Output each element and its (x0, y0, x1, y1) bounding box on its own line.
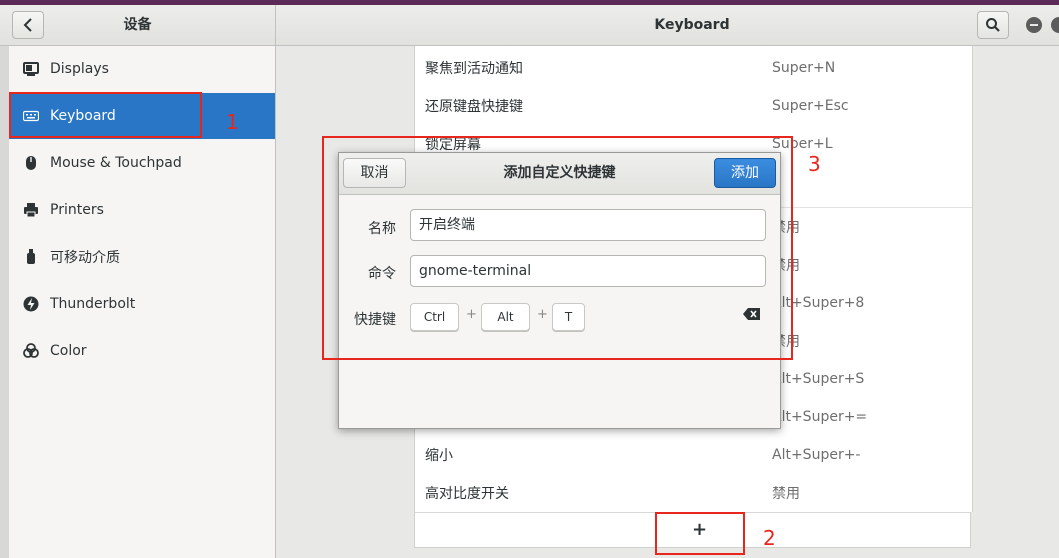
shortcut-row[interactable]: 聚焦到活动通知 Super+N (415, 49, 972, 87)
annotation-box-3 (322, 136, 793, 360)
annotation-box-1 (9, 92, 202, 138)
mouse-icon (22, 154, 40, 172)
color-icon (22, 342, 40, 360)
sidebar-item-removable-media[interactable]: 可移动介质 (9, 234, 275, 280)
header-bar: 设备 Keyboard (0, 5, 1059, 46)
page-title: Keyboard (654, 17, 730, 33)
annotation-number-3: 3 (808, 152, 821, 176)
back-button[interactable] (12, 11, 44, 39)
usb-icon (22, 248, 40, 266)
shortcut-key: Super+Esc (772, 98, 849, 114)
shortcut-name: 还原键盘快捷键 (425, 99, 523, 115)
sidebar-item-mouse-touchpad[interactable]: Mouse & Touchpad (9, 140, 275, 186)
shortcut-key: 禁用 (772, 486, 800, 502)
annotation-box-2 (655, 512, 745, 555)
shortcut-key: Alt+Super+S (772, 371, 865, 387)
shortcut-row[interactable]: 还原键盘快捷键 Super+Esc (415, 87, 972, 125)
annotation-number-1: 1 (226, 110, 239, 134)
sidebar-item-label: Printers (50, 202, 104, 218)
minimize-button[interactable] (1026, 17, 1042, 33)
sidebar-item-label: Mouse & Touchpad (50, 155, 182, 171)
search-button[interactable] (977, 11, 1009, 39)
sidebar-item-label: Displays (50, 61, 109, 77)
sidebar-item-label: 可移动介质 (50, 250, 120, 266)
sidebar-item-displays[interactable]: Displays (9, 46, 275, 92)
sidebar-item-thunderbolt[interactable]: Thunderbolt (9, 281, 275, 327)
sidebar-item-label: Thunderbolt (50, 296, 136, 312)
shortcut-name: 聚焦到活动通知 (425, 61, 523, 77)
sidebar-item-printers[interactable]: Printers (9, 187, 275, 233)
shortcut-row[interactable]: 高对比度开关 禁用 (415, 474, 972, 512)
thunderbolt-icon (22, 295, 40, 313)
display-icon (22, 60, 40, 78)
shortcut-key: Alt+Super+= (772, 409, 868, 425)
sidebar-item-label: Color (50, 343, 87, 359)
shortcut-key: Super+N (772, 60, 836, 76)
shortcut-name: 高对比度开关 (425, 486, 509, 502)
annotation-number-2: 2 (763, 526, 776, 550)
window-border (0, 46, 9, 558)
chevron-left-icon (23, 18, 32, 32)
printer-icon (22, 201, 40, 219)
sidebar-item-color[interactable]: Color (9, 328, 275, 374)
shortcut-key: Alt+Super+- (772, 447, 861, 463)
shortcut-name: 缩小 (425, 448, 453, 464)
search-icon (986, 18, 1000, 32)
shortcut-row[interactable]: 缩小 Alt+Super+- (415, 436, 972, 474)
